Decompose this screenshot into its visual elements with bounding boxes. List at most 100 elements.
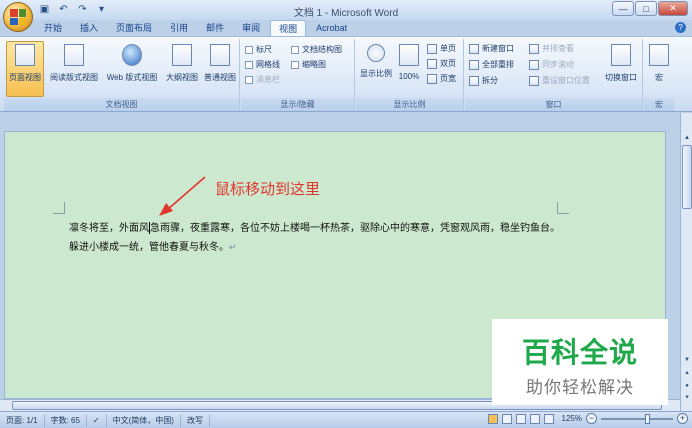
gridlines-checkbox[interactable]: 网格线 — [245, 59, 280, 70]
margin-corner-top-left — [53, 202, 65, 214]
two-pages-icon — [427, 58, 437, 69]
status-language[interactable]: 中文(简体，中国) — [107, 413, 181, 427]
select-browse-object-icon[interactable]: ● — [682, 381, 692, 391]
tab-mailings[interactable]: 邮件 — [198, 20, 232, 36]
group-document-views: 页面视图 阅读版式视图 Web 版式视图 大纲视图 普通视图 文档视图 — [4, 39, 240, 111]
reading-layout-icon — [64, 44, 84, 66]
print-layout-icon — [15, 44, 35, 66]
tab-review[interactable]: 审阅 — [234, 20, 268, 36]
previous-page-icon[interactable]: ⯅ — [682, 369, 692, 379]
zoom-slider[interactable] — [601, 413, 673, 424]
office-button[interactable] — [3, 2, 33, 32]
macro-icon — [649, 44, 669, 66]
page-width-button[interactable]: 页宽 — [427, 73, 456, 84]
tab-references[interactable]: 引用 — [162, 20, 196, 36]
zoom-100-button[interactable]: 100% — [395, 41, 423, 81]
arrange-all-button[interactable]: 全部重排 — [469, 59, 514, 70]
tab-insert[interactable]: 插入 — [72, 20, 106, 36]
page-width-icon — [427, 73, 437, 84]
text-before-cursor: 凛冬将至，外面风 — [69, 223, 149, 234]
watermark-title: 百科全说 — [521, 336, 638, 369]
status-bar: 页面: 1/1 字数: 65 ✓ 中文(简体，中国) 改写 125% − + — [0, 411, 692, 428]
group-zoom: 显示比例 100% 单页 双页 页宽 显示比例 — [356, 39, 464, 111]
outline-status-icon[interactable] — [529, 413, 540, 424]
zoom-in-icon[interactable]: + — [677, 413, 688, 424]
reset-window-position-button[interactable]: 重设窗口位置 — [529, 75, 590, 86]
macros-button[interactable]: 宏 — [646, 41, 672, 83]
office-logo-icon — [10, 9, 26, 25]
web-layout-status-icon[interactable] — [515, 413, 526, 424]
group-show-hide: 标尺 网格线 消息栏 文档结构图 缩略图 显示/隐藏 — [241, 39, 355, 111]
draft-icon — [210, 44, 230, 66]
ribbon: 页面视图 阅读版式视图 Web 版式视图 大纲视图 普通视图 文档视图 标尺 网… — [0, 36, 692, 112]
one-page-button[interactable]: 单页 — [427, 43, 456, 54]
magnifier-icon — [367, 44, 385, 62]
group-label-show-hide: 显示/隐藏 — [241, 98, 354, 111]
status-word-count[interactable]: 字数: 65 — [45, 413, 87, 427]
synchronous-scrolling-button[interactable]: 同步滚动 — [529, 59, 574, 70]
group-window: 新建窗口 全部重排 拆分 并排查看 同步滚动 重设窗口位置 切换窗口 窗口 — [465, 39, 643, 111]
new-window-button[interactable]: 新建窗口 — [469, 43, 514, 54]
tab-page-layout[interactable]: 页面布局 — [108, 20, 160, 36]
status-page-count[interactable]: 页面: 1/1 — [0, 413, 45, 427]
split-button[interactable]: 拆分 — [469, 75, 498, 86]
scroll-down-icon[interactable]: ▼ — [682, 355, 692, 365]
outline-view-button[interactable]: 大纲视图 — [164, 41, 200, 83]
thumbnails-checkbox[interactable]: 缩略图 — [291, 59, 326, 70]
tab-acrobat[interactable]: Acrobat — [308, 20, 355, 36]
minimize-button[interactable]: — — [612, 1, 634, 16]
web-globe-icon — [122, 44, 142, 66]
tab-view[interactable]: 视图 — [270, 20, 307, 36]
document-map-checkbox[interactable]: 文档结构图 — [291, 44, 342, 55]
ruler-strip: ▤ — [0, 113, 692, 131]
message-bar-check-box — [245, 75, 253, 84]
draft-status-icon[interactable] — [543, 413, 554, 424]
close-button[interactable]: ✕ — [658, 1, 688, 16]
title-bar: ▣ ↶ ↷ ▾ 文档 1 - Microsoft Word — □ ✕ — [0, 0, 692, 20]
scroll-up-icon[interactable]: ▲ — [682, 133, 692, 143]
message-bar-checkbox[interactable]: 消息栏 — [245, 74, 280, 85]
full-screen-reading-button[interactable]: 阅读版式视图 — [48, 41, 100, 83]
maximize-button[interactable]: □ — [635, 1, 657, 16]
group-macros: 宏 宏 — [644, 39, 674, 111]
window-controls: — □ ✕ — [612, 1, 688, 16]
draft-view-button[interactable]: 普通视图 — [201, 41, 239, 83]
zoom-out-icon[interactable]: − — [586, 413, 597, 424]
document-body-text[interactable]: 凛冬将至，外面风急雨骤，夜重露寒，各位不妨上楼喝一杯热茶，驱除心中的寒意，凭窗观… — [69, 219, 569, 258]
new-window-icon — [469, 43, 479, 54]
next-page-icon[interactable]: ⯆ — [682, 393, 692, 403]
reading-layout-status-icon[interactable] — [501, 413, 512, 424]
status-overtype-mode[interactable]: 改写 — [181, 413, 210, 427]
web-layout-button[interactable]: Web 版式视图 — [103, 41, 161, 83]
side-by-side-icon — [529, 43, 539, 54]
zoom-button[interactable]: 显示比例 — [359, 41, 393, 79]
switch-windows-icon — [611, 44, 631, 66]
one-page-icon — [427, 43, 437, 54]
switch-windows-button[interactable]: 切换窗口 — [601, 41, 641, 83]
vertical-scroll-thumb[interactable] — [682, 145, 692, 209]
tab-home[interactable]: 开始 — [36, 20, 70, 36]
status-right-controls: 125% − + — [487, 413, 688, 424]
zoom-level[interactable]: 125% — [562, 414, 582, 423]
split-icon — [469, 75, 479, 86]
vertical-scrollbar[interactable]: ▲ ▼ ⯅ ● ⯆ — [680, 113, 692, 411]
page-100-icon — [399, 44, 419, 66]
thumbnails-check-box — [291, 60, 299, 69]
document-map-check-box — [291, 45, 299, 54]
window-title: 文档 1 - Microsoft Word — [293, 8, 399, 19]
zoom-slider-thumb[interactable] — [645, 413, 650, 424]
outline-icon — [172, 44, 192, 66]
ruler-checkbox[interactable]: 标尺 — [245, 44, 272, 55]
view-side-by-side-button[interactable]: 并排查看 — [529, 43, 574, 54]
annotation-arrow-icon — [159, 176, 206, 216]
spelling-check-icon[interactable]: ✓ — [87, 413, 107, 427]
help-icon[interactable]: ? — [675, 22, 686, 33]
print-layout-status-icon[interactable] — [487, 413, 498, 424]
ruler-check-box — [245, 45, 253, 54]
two-pages-button[interactable]: 双页 — [427, 58, 456, 69]
annotation-label: 鼠标移动到这里 — [215, 180, 321, 198]
watermark-subtitle: 助你轻松解决 — [526, 378, 634, 398]
sync-scroll-icon — [529, 59, 539, 70]
print-layout-view-button[interactable]: 页面视图 — [6, 41, 44, 97]
group-label-window: 窗口 — [465, 98, 642, 111]
